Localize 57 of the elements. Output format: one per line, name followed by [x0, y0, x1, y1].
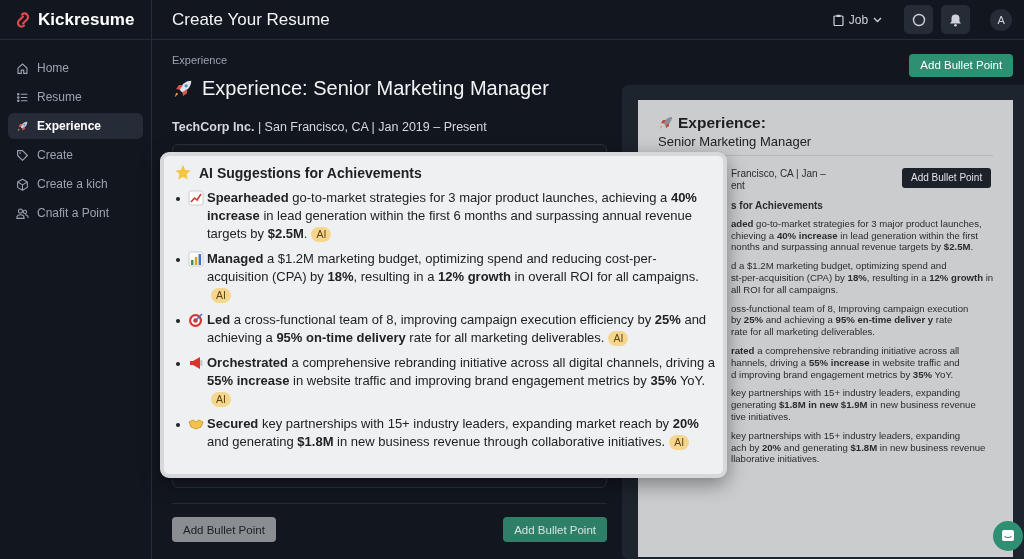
star-icon [174, 164, 192, 182]
sidebar-item[interactable]: Cnafit a Point [8, 200, 143, 226]
add-bullet-button[interactable]: Add Bullet Point [172, 517, 276, 542]
circle-icon [911, 12, 926, 27]
user-avatar[interactable]: A [990, 8, 1013, 31]
sidebar-item[interactable]: Home [8, 55, 143, 81]
preview-paragraph: key partnerships with 15+ industry leaders, expanding ach by 20% and generating $1.8M in new business revenue llaborative initiatives. [731, 429, 987, 466]
rocket-icon [16, 119, 29, 133]
company-line: TechCorp Inc. | San Francisco, CA | Jan 2019 – Present [172, 120, 488, 134]
section-label: Experience [172, 54, 229, 66]
rocket-icon [658, 114, 674, 131]
bullet-dot [176, 362, 180, 366]
chart-up-icon [188, 190, 204, 206]
chevron-down-icon [873, 16, 883, 23]
clipboard-icon [832, 13, 844, 26]
section-title: Experience: Senior Marketing Manager [202, 77, 549, 100]
preview-paragraph: key partnerships with 15+ industry leaders, expanding generating $1.8M in new $1.9M in new business revenue tive initiatives. [731, 387, 977, 423]
page-title: Create Your Resume [172, 9, 331, 30]
preview-section-title: s for Achievements [731, 199, 824, 211]
logo-icon [14, 10, 32, 29]
add-bullet-button[interactable]: Add Bullet Point [902, 167, 992, 188]
add-bullet-button[interactable]: Add Bullet Point [909, 54, 1014, 77]
target-icon [188, 312, 204, 328]
suggestion-text: Managed a $1.2M marketing budget, optimizing spend and reducing cost-per-acquisition (CPA) by 18%, resulting in a 12% growth in overall ROI for all campaigns. AI [207, 250, 700, 304]
sidebar-item[interactable]: Resume [8, 84, 143, 110]
preview-heading: Experience: [678, 113, 766, 132]
preview-paragraph: rated a comprehensive rebranding initiative across all hannels, driving a 55% increase in website traffic and d improving brand engagement metrics by 35% YoY. [731, 345, 961, 381]
tag-icon [16, 148, 29, 162]
bullet-dot [176, 197, 180, 201]
sidebar-item[interactable]: Create a kich [8, 171, 143, 197]
home-icon [16, 61, 29, 75]
bullet-dot [176, 423, 180, 427]
suggestion-text: Led a cross-functional team of 8, improving campaign execution efficiency by 25% and achieving a 95% on-time delivery rate for all marketing deliverables. AI [207, 311, 708, 347]
add-bullet-button[interactable]: Add Bullet Point [503, 517, 607, 542]
preview-paragraph: aded go-to-market strategies for 3 major product launches, chieving a 40% increase in lead generation within the first nonths and surpassing annual revenue targets by $2.5M. [731, 217, 983, 254]
preview-meta: Francisco, CA | Jan – ent [731, 167, 826, 192]
sidebar-item[interactable]: Experience [8, 113, 143, 139]
preview-paragraph: oss-functional team of 8, Improving campaign execution by 25% and achieving a 95% en-time deliver y rate rate for all marketing deliverables. [731, 302, 970, 339]
bullet-dot [176, 319, 180, 323]
sidebar-item[interactable]: Create [8, 142, 143, 168]
cube-icon [16, 177, 29, 191]
bar-chart-icon [188, 251, 204, 267]
popup-title: AI Suggestions for Achievements [199, 165, 422, 181]
notifications-button[interactable] [941, 5, 971, 34]
circle-button[interactable] [904, 5, 934, 34]
suggestion-text: Secured key partnerships with 15+ industry leaders, expanding market reach by 20% and generating $1.8M in new business revenue through collaborative initiatives. AI [207, 415, 700, 451]
chat-icon[interactable] [993, 521, 1024, 551]
bullet-dot [176, 258, 180, 262]
megaphone-icon [188, 355, 204, 371]
preview-paragraph: d a $1.2M marketing budget, optimizing spend and st-per-acquisition (CPA) by 18%, resulting in a 12% growth in all ROI for all campaigns. [731, 260, 994, 296]
job-dropdown[interactable]: Job [828, 8, 887, 31]
suggestion-text: Orchestrated a comprehensive rebranding initiative across all digital channels, driving a 55% increase in website traffic and improving brand engagement metrics by 35% YoY. AI [207, 354, 715, 408]
bell-icon [949, 12, 963, 27]
people-icon [16, 206, 29, 220]
list-icon [16, 90, 29, 104]
brand-name: Kickresume [38, 9, 135, 30]
suggestion-text: Spearheaded go-to-market strategies for 3 major product launches, achieving a 40% increase in lead generation within the first 6 months and surpassing annual revenue targets by $2.5M. AI [207, 189, 698, 243]
